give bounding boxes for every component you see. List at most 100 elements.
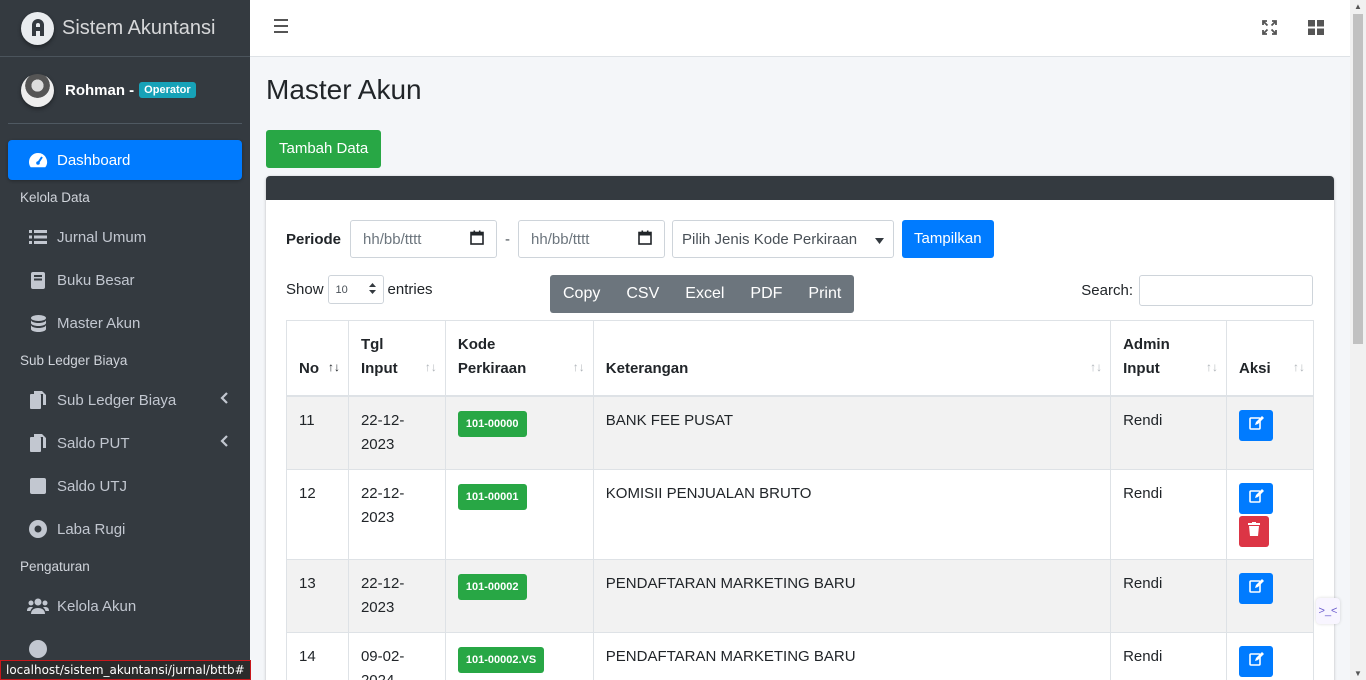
grid-icon[interactable] [1308, 20, 1324, 36]
cell-no: 14 [286, 632, 349, 680]
column-header-no[interactable]: No ↑↓ [286, 320, 349, 397]
cell-kode-perkiraan: 101-00002.VS [444, 632, 594, 680]
sidebar-item-label: Jurnal Umum [57, 228, 147, 246]
sidebar-item-label: Buku Besar [57, 271, 135, 289]
sidebar-item-label: Kelola Akun [57, 597, 137, 615]
column-header-kode-perkiraan[interactable]: Kode Perkiraan ↑↓ [444, 320, 594, 397]
sidebar-item-label: Laba Rugi [57, 520, 126, 538]
date-to-placeholder: hh/bb/tttt [531, 230, 590, 248]
show-label: Show [286, 281, 324, 298]
cell-tgl-input: 22-12- 2023 [347, 469, 446, 560]
sidebar-nav: Dashboard Kelola Data Jurnal Umum Buku B… [0, 124, 250, 669]
scroll-down-arrow-icon[interactable]: ▼ [1354, 669, 1362, 678]
caret-down-icon [875, 231, 885, 248]
floating-extension-icon[interactable]: >_< [1316, 598, 1340, 624]
tampilkan-button[interactable]: Tampilkan [902, 220, 994, 258]
user-name[interactable]: Rohman - [65, 82, 134, 99]
database-icon [27, 314, 49, 332]
scrollbar-thumb[interactable] [1353, 14, 1363, 344]
brand-link[interactable]: Sistem Akuntansi [0, 0, 250, 57]
cell-aksi [1226, 632, 1314, 680]
table-header-row: No ↑↓ Tgl Input ↑↓ Kode Perkiraan ↑↓ Keterang… [286, 320, 1314, 397]
tachometer-icon [27, 151, 49, 169]
edit-icon [1248, 487, 1264, 511]
top-navbar [250, 0, 1350, 57]
sidebar-item-buku-besar[interactable]: Buku Besar [8, 260, 242, 300]
sidebar-item-saldo-put[interactable]: Saldo PUT [8, 423, 242, 463]
column-header-keterangan[interactable]: Keterangan ↑↓ [592, 320, 1112, 397]
book-icon [27, 271, 49, 289]
edit-button[interactable] [1239, 646, 1273, 677]
kode-badge: 101-00001 [457, 484, 527, 510]
nav-header-sub-ledger: Sub Ledger Biaya [20, 353, 128, 368]
cell-keterangan: KOMISII PENJUALAN BRUTO [592, 469, 1112, 560]
cell-no: 11 [286, 395, 349, 470]
add-data-button[interactable]: Tambah Data [266, 130, 382, 168]
sidebar-item-label: Saldo PUT [57, 434, 130, 452]
search-input[interactable] [1139, 275, 1313, 306]
column-header-tgl-input[interactable]: Tgl Input ↑↓ [347, 320, 446, 397]
brand-title: Sistem Akuntansi [62, 16, 216, 39]
sidebar-item-label: Saldo UTJ [57, 477, 128, 495]
sidebar-item-laba-rugi[interactable]: Laba Rugi [8, 509, 242, 549]
calendar-icon[interactable] [470, 230, 484, 249]
chevron-left-icon [220, 391, 228, 407]
sort-icon: ↑↓ [1293, 360, 1305, 374]
scroll-up-arrow-icon[interactable]: ▲ [1354, 2, 1362, 11]
table-row: 13 22-12- 2023 101-00002 PENDAFTARAN MARKETI… [286, 559, 1314, 633]
filter-bar: Periode hh/bb/tttt - hh/bb/tttt Pilih Je… [286, 220, 994, 258]
cell-keterangan: PENDAFTARAN MARKETING BARU [592, 632, 1112, 680]
copy-icon [27, 434, 49, 452]
fullscreen-icon[interactable] [1262, 20, 1278, 36]
copy-button[interactable]: Copy [550, 275, 613, 313]
cell-tgl-input: 22-12- 2023 [347, 559, 446, 633]
sort-icon: ↑↓ [1090, 360, 1103, 374]
sort-icon: ↑↓ [424, 360, 437, 374]
status-url: localhost/sistem_akuntansi/jurnal/bttb# [0, 660, 251, 680]
length-control: Show 10 entries [286, 275, 433, 304]
jenis-kode-selected: Pilih Jenis Kode Perkiraan [682, 230, 858, 248]
avatar[interactable] [21, 73, 54, 107]
jenis-kode-select[interactable]: Pilih Jenis Kode Perkiraan [672, 220, 895, 258]
sidebar-item-sub-ledger-biaya[interactable]: Sub Ledger Biaya [8, 380, 242, 420]
column-header-admin-input[interactable]: Admin Input ↑↓ [1110, 320, 1227, 397]
table-row: 1409-02-2024 101-00002.VS PENDAFTARAN MARK… [286, 632, 1314, 680]
calendar-icon[interactable] [638, 230, 652, 249]
cell-keterangan: BANK FEE PUSAT [592, 395, 1112, 470]
sidebar-item-master-akun[interactable]: Master Akun [8, 303, 242, 343]
edit-button[interactable] [1239, 410, 1273, 441]
sidebar-item-dashboard[interactable]: Dashboard [8, 140, 242, 180]
sidebar: Sistem Akuntansi Rohman - Operator Dashb… [0, 0, 250, 680]
delete-button[interactable] [1239, 516, 1269, 547]
cell-admin-input: Rendi [1110, 632, 1227, 680]
page-scrollbar[interactable]: ▲ ▼ [1350, 0, 1366, 680]
column-header-aksi[interactable]: Aksi ↑↓ [1226, 320, 1314, 397]
edit-icon [1248, 577, 1264, 601]
nav-header-kelola: Kelola Data [20, 190, 90, 205]
cell-kode-perkiraan: 101-00002 [444, 559, 594, 633]
excel-button[interactable]: Excel [672, 275, 737, 313]
table-row: 11 22-12- 2023 101-00000 BANK FEE PUSAT Rendi [286, 395, 1314, 470]
sidebar-item-label: Sub Ledger Biaya [57, 391, 177, 409]
hamburger-menu-icon[interactable] [274, 19, 288, 33]
brand-logo-icon [21, 11, 54, 45]
sidebar-item-jurnal-umum[interactable]: Jurnal Umum [8, 217, 242, 257]
sort-icon: ↑↓ [1206, 360, 1218, 374]
date-to-input[interactable]: hh/bb/tttt [518, 220, 666, 258]
print-button[interactable]: Print [795, 275, 854, 313]
cell-tgl-input: 09-02-2024 [347, 632, 446, 680]
sidebar-item-saldo-utj[interactable]: Saldo UTJ [8, 466, 242, 506]
users-icon [27, 597, 49, 615]
edit-button[interactable] [1239, 573, 1273, 604]
sort-asc-icon: ↑↓ [327, 360, 340, 374]
search-label: Search: [1081, 282, 1133, 299]
edit-button[interactable] [1239, 483, 1273, 514]
date-from-input[interactable]: hh/bb/tttt [350, 220, 498, 258]
page-length-select[interactable]: 10 [327, 275, 384, 304]
user-panel: Rohman - Operator [8, 57, 242, 124]
updown-icon [368, 282, 376, 297]
csv-button[interactable]: CSV [613, 275, 672, 313]
sidebar-item-kelola-akun[interactable]: Kelola Akun [8, 586, 242, 626]
main-content: Master Akun Tambah Data Periode hh/bb/tt… [250, 57, 1350, 680]
pdf-button[interactable]: PDF [737, 275, 795, 313]
